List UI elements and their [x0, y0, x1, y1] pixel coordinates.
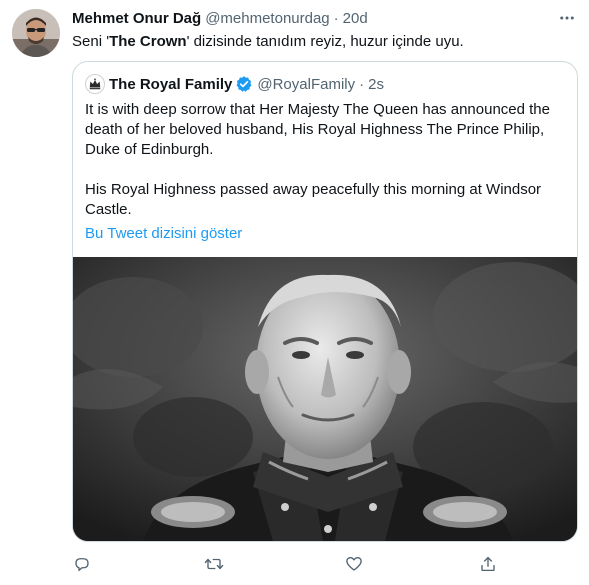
quoted-tweet[interactable]: The Royal Family @RoyalFamily · 2s It is…	[72, 61, 578, 542]
quoted-tweet-header: The Royal Family @RoyalFamily · 2s	[85, 74, 384, 94]
avatar[interactable]	[12, 9, 60, 57]
separator-dot: ·	[333, 9, 339, 27]
tweet-text: Seni 'The Crown' dizisinde tanıdım reyiz…	[72, 32, 573, 52]
share-icon[interactable]	[478, 554, 498, 574]
tweet-text-prefix: Seni '	[72, 33, 110, 50]
reply-icon[interactable]	[72, 554, 92, 574]
tweet-text-suffix: ' dizisinde tanıdım reyiz, huzur içinde …	[186, 33, 464, 50]
author-handle[interactable]: @mehmetonurdag	[205, 10, 329, 27]
tweet-timestamp[interactable]: 20d	[343, 10, 368, 27]
quoted-tweet-text: It is with deep sorrow that Her Majesty …	[85, 100, 565, 220]
quoted-timestamp[interactable]: 2s	[368, 76, 384, 93]
quoted-author-name[interactable]: The Royal Family	[109, 76, 232, 93]
quoted-separator-dot: ·	[359, 75, 365, 93]
tweet-text-bold: The Crown	[109, 33, 187, 50]
verified-badge-icon	[235, 75, 253, 93]
like-icon[interactable]	[344, 554, 364, 574]
tweet[interactable]: Mehmet Onur Dağ @mehmetonurdag · 20d Sen…	[0, 0, 589, 585]
quoted-paragraph-1: It is with deep sorrow that Her Majesty …	[85, 101, 550, 158]
show-thread-link[interactable]: Bu Tweet dizisini göster	[85, 224, 242, 244]
tweet-header: Mehmet Onur Dağ @mehmetonurdag · 20d	[72, 8, 549, 28]
quoted-paragraph-2: His Royal Highness passed away peacefull…	[85, 181, 542, 218]
tweet-actions	[72, 552, 532, 576]
crown-logo-icon	[85, 74, 105, 94]
quoted-author-handle[interactable]: @RoyalFamily	[257, 76, 355, 93]
retweet-icon[interactable]	[204, 554, 224, 574]
portrait-photo[interactable]	[73, 257, 577, 541]
more-icon[interactable]	[557, 8, 577, 28]
author-name[interactable]: Mehmet Onur Dağ	[72, 10, 201, 27]
